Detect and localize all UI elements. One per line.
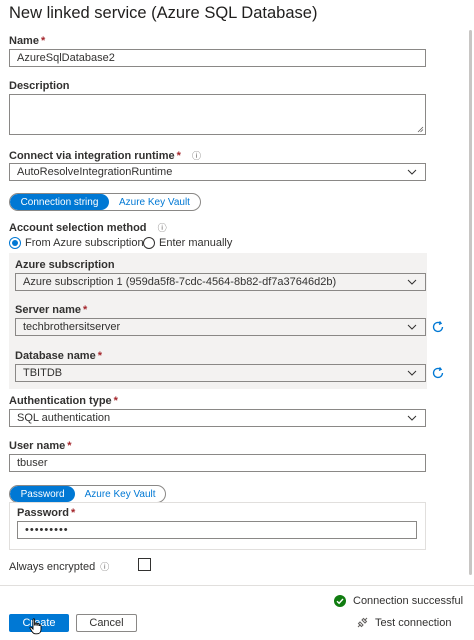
radio-from-subscription[interactable]: From Azure subscription bbox=[9, 237, 144, 249]
refresh-icon[interactable] bbox=[431, 366, 445, 380]
required-mark: * bbox=[113, 395, 118, 407]
database-value: TBITDB bbox=[23, 367, 63, 379]
test-connection-text: Test connection bbox=[375, 616, 452, 629]
always-encrypted-text: Always encrypted bbox=[9, 560, 96, 573]
description-textarea[interactable] bbox=[9, 94, 426, 135]
radio-label: From Azure subscription bbox=[25, 237, 144, 249]
info-icon[interactable]: ⓘ bbox=[100, 560, 109, 573]
database-label: Database name * bbox=[15, 350, 102, 362]
cancel-button[interactable]: Cancel bbox=[76, 614, 137, 632]
connection-status: Connection successful bbox=[334, 595, 463, 607]
required-mark: * bbox=[176, 150, 181, 162]
server-select[interactable]: techbrothersitserver bbox=[15, 318, 426, 336]
name-label: Name * bbox=[9, 35, 45, 47]
database-label-text: Database name bbox=[15, 350, 96, 362]
resize-handle-icon[interactable] bbox=[417, 126, 424, 133]
chevron-down-icon bbox=[406, 166, 418, 178]
always-encrypted-label: Always encrypted ⓘ bbox=[9, 560, 109, 573]
always-encrypted-checkbox[interactable] bbox=[138, 558, 151, 571]
footer-divider bbox=[0, 585, 474, 586]
required-mark: * bbox=[70, 507, 76, 519]
password-input[interactable]: ••••••••• bbox=[17, 521, 417, 539]
subscription-select[interactable]: Azure subscription 1 (959da5f8-7cdc-4564… bbox=[15, 273, 426, 291]
key-vault-tab[interactable]: Azure Key Vault bbox=[75, 486, 165, 502]
radio-enter-manually[interactable]: Enter manually bbox=[143, 237, 232, 249]
page-title: New linked service (Azure SQL Database) bbox=[9, 4, 318, 22]
info-icon[interactable]: ⓘ bbox=[158, 223, 167, 233]
password-tab[interactable]: Password bbox=[10, 486, 76, 502]
description-label: Description bbox=[9, 80, 70, 92]
server-label: Server name * bbox=[15, 304, 87, 316]
chevron-down-icon bbox=[406, 276, 418, 288]
password-type-toggle: Password Azure Key Vault bbox=[9, 485, 166, 503]
hand-cursor-icon bbox=[29, 618, 42, 635]
username-value: tbuser bbox=[17, 457, 48, 469]
chevron-down-icon bbox=[406, 412, 418, 424]
success-check-icon bbox=[334, 595, 346, 607]
chevron-down-icon bbox=[406, 367, 418, 379]
radio-label: Enter manually bbox=[159, 237, 233, 249]
authentication-label-text: Authentication type bbox=[9, 395, 112, 407]
key-vault-tab[interactable]: Azure Key Vault bbox=[109, 194, 200, 210]
password-label: Password * bbox=[17, 507, 75, 519]
subscription-value: Azure subscription 1 (959da5f8-7cdc-4564… bbox=[23, 276, 337, 288]
required-mark: * bbox=[97, 350, 102, 362]
integration-runtime-select[interactable]: AutoResolveIntegrationRuntime bbox=[9, 163, 426, 181]
password-value: ••••••••• bbox=[25, 524, 69, 536]
database-select[interactable]: TBITDB bbox=[15, 364, 426, 382]
plug-icon bbox=[357, 617, 368, 628]
integration-runtime-value: AutoResolveIntegrationRuntime bbox=[17, 166, 173, 178]
authentication-value: SQL authentication bbox=[17, 412, 111, 424]
account-selection-label-text: Account selection method bbox=[9, 222, 147, 234]
name-input-value: AzureSqlDatabase2 bbox=[17, 52, 115, 64]
username-label: User name * bbox=[9, 440, 72, 452]
connection-status-text: Connection successful bbox=[353, 595, 464, 607]
account-selection-label: Account selection method ⓘ bbox=[9, 221, 167, 234]
authentication-select[interactable]: SQL authentication bbox=[9, 409, 426, 427]
name-input[interactable]: AzureSqlDatabase2 bbox=[9, 49, 426, 67]
username-label-text: User name bbox=[9, 440, 66, 452]
test-connection-button[interactable]: Test connection bbox=[356, 616, 451, 629]
name-label-text: Name bbox=[9, 35, 39, 47]
info-icon[interactable]: ⓘ bbox=[192, 151, 201, 161]
integration-runtime-label: Connect via integration runtime * ⓘ bbox=[9, 149, 201, 162]
radio-unchecked-icon bbox=[143, 237, 155, 249]
server-label-text: Server name bbox=[15, 304, 82, 316]
required-mark: * bbox=[83, 304, 88, 316]
integration-runtime-label-text: Connect via integration runtime bbox=[9, 150, 175, 162]
subscription-label: Azure subscription bbox=[15, 259, 115, 271]
required-mark: * bbox=[40, 35, 46, 47]
server-value: techbrothersitserver bbox=[23, 321, 121, 333]
refresh-icon[interactable] bbox=[431, 320, 445, 334]
chevron-down-icon bbox=[406, 321, 418, 333]
radio-checked-icon bbox=[9, 237, 21, 249]
required-mark: * bbox=[67, 440, 72, 452]
authentication-label: Authentication type * bbox=[9, 395, 118, 407]
password-label-text: Password bbox=[17, 507, 69, 519]
scrollbar[interactable] bbox=[469, 30, 472, 575]
username-input[interactable]: tbuser bbox=[9, 454, 426, 472]
connection-string-tab[interactable]: Connection string bbox=[10, 194, 109, 210]
connection-type-toggle: Connection string Azure Key Vault bbox=[9, 193, 201, 211]
